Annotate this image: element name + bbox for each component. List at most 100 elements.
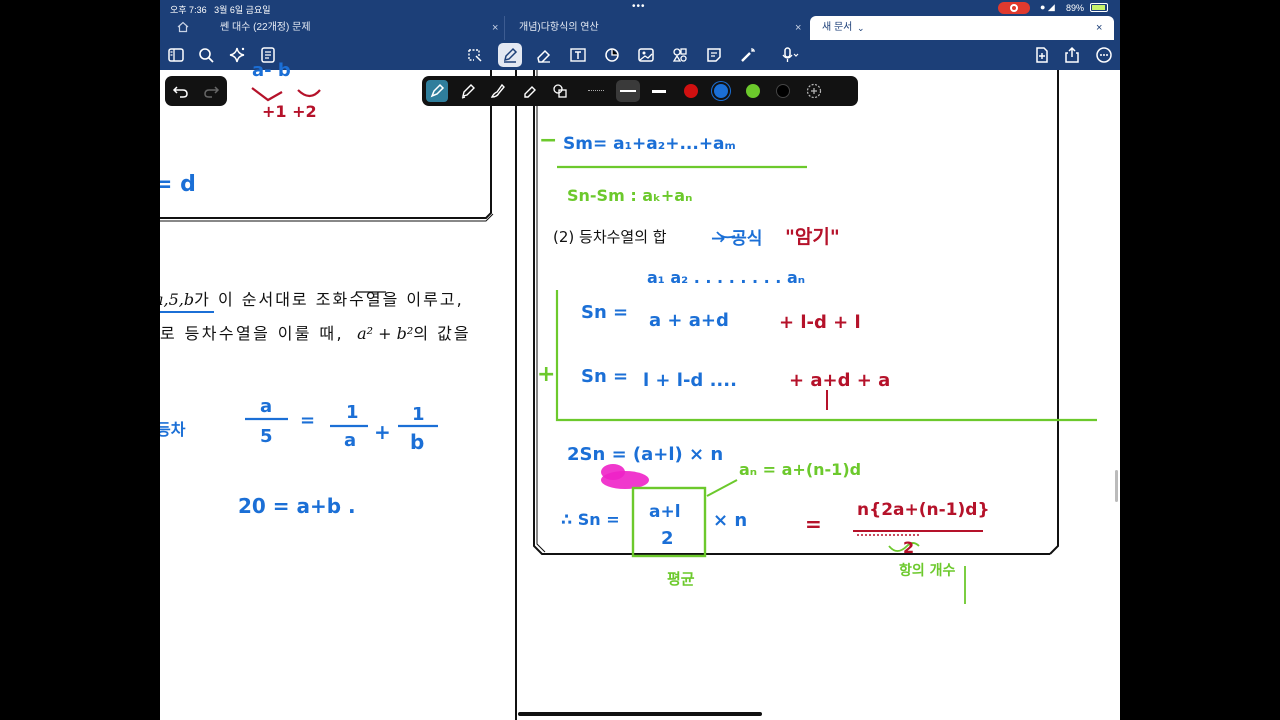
text-box-icon[interactable] xyxy=(568,45,588,65)
ink-times-n: × n xyxy=(713,510,748,531)
screen-recording-icon[interactable] xyxy=(998,2,1030,14)
problem-line-2: 로 등차수열을 이룰 때, a² + b²의 값을 xyxy=(160,320,471,344)
ink-terms-row: a₁ a₂ . . . . . . . . aₙ xyxy=(647,268,806,287)
sparkle-icon[interactable] xyxy=(227,45,247,65)
ball-pen-icon[interactable] xyxy=(458,81,478,101)
right-page-frame xyxy=(533,70,1097,604)
ink-top-equation: a- b xyxy=(252,60,291,81)
laser-pointer-icon[interactable] xyxy=(738,45,758,65)
undo-icon[interactable] xyxy=(171,81,191,101)
ink-sn-row2-rhs: l + l-d .... xyxy=(643,370,737,391)
thin-line-option[interactable] xyxy=(588,90,604,91)
section-heading: (2) 등차수열의 합 xyxy=(553,228,667,246)
elements-icon[interactable] xyxy=(670,45,690,65)
close-icon[interactable]: × xyxy=(795,16,801,40)
ink-minus-sign: − xyxy=(539,128,558,153)
ink-final-denominator: 2 xyxy=(903,538,915,557)
ink-2sn-equation: 2Sn = (a+l) × n xyxy=(567,444,724,465)
color-black-swatch[interactable] xyxy=(776,84,790,98)
ink-frac-left-den: 5 xyxy=(260,426,273,447)
color-blue-swatch[interactable] xyxy=(714,84,728,98)
color-red-swatch[interactable] xyxy=(684,84,698,98)
problem-text: 의 값을 xyxy=(413,324,471,343)
ink-sm-equation: Sm= a₁+a₂+...+aₘ xyxy=(563,134,736,154)
ink-bottom-equation: 20 = a+b . xyxy=(238,494,356,518)
ink-frac-left-num: a xyxy=(260,396,273,417)
ink-plus-mark: + xyxy=(537,362,556,387)
chevron-down-icon[interactable]: ⌄ xyxy=(857,16,865,40)
shape-recognition-icon[interactable] xyxy=(550,81,570,101)
ink-equals-d: = d xyxy=(160,172,196,197)
home-icon[interactable] xyxy=(177,21,189,33)
pen-options-panel xyxy=(422,76,858,106)
pen-tool-icon[interactable] xyxy=(498,43,522,67)
image-icon[interactable] xyxy=(636,45,656,65)
microphone-icon[interactable] xyxy=(780,45,800,65)
sticky-note-icon[interactable] xyxy=(704,45,724,65)
ink-therefore-sn: ∴ Sn = xyxy=(561,510,620,529)
eraser-icon[interactable] xyxy=(534,45,554,65)
status-time: 오후 7:36 3월 6일 금요일 xyxy=(170,5,271,15)
highlighter-icon[interactable] xyxy=(520,81,540,101)
right-page[interactable]: − Sm= a₁+a₂+...+aₘ Sn-Sm : aₖ+aₙ (2) 등차수… xyxy=(517,70,1120,720)
home-indicator[interactable] xyxy=(518,712,762,716)
ink-frac-mid-num: 1 xyxy=(346,402,359,423)
ink-plus: + xyxy=(374,420,391,444)
brush-pen-icon[interactable] xyxy=(488,81,508,101)
ink-final-numerator: n{2a+(n-1)d} xyxy=(857,500,990,520)
problem-text: 로 등차수열을 이룰 때, xyxy=(160,324,345,343)
sidebar-icon[interactable] xyxy=(166,45,186,65)
fountain-pen-icon[interactable] xyxy=(426,80,448,102)
tab-polynomial[interactable]: 개념)다항식의 연산 × xyxy=(504,16,808,40)
shapes-icon[interactable] xyxy=(602,45,622,65)
share-icon[interactable] xyxy=(1062,45,1082,65)
ink-label-average: 평균 xyxy=(667,570,695,588)
math-sequence: a,5,b xyxy=(160,290,195,309)
scroll-indicator[interactable] xyxy=(1115,470,1118,502)
main-toolbar xyxy=(160,40,1120,70)
ink-equals: = xyxy=(805,512,822,536)
ink-sn-row2-tail: + a+d + a xyxy=(789,370,891,391)
tab-new-document[interactable]: 새 문서 ⌄ × xyxy=(810,16,1114,40)
battery-icon xyxy=(1090,3,1108,12)
ink-sn-row1-rhs: a + a+d xyxy=(649,310,729,331)
ink-sn-row1-lhs: Sn = xyxy=(581,302,629,323)
ink-label-arithmetic: 등차 xyxy=(160,420,186,439)
add-color-icon[interactable] xyxy=(804,81,824,101)
thick-line-option[interactable] xyxy=(652,90,666,93)
tab-label: 개념)다항식의 연산 xyxy=(519,22,599,33)
ink-box-denominator: 2 xyxy=(661,528,674,549)
search-icon[interactable] xyxy=(196,45,216,65)
tab-ssen-algebra[interactable]: 쎈 대수 (22개정) 문제 × xyxy=(204,16,504,40)
color-green-swatch[interactable] xyxy=(746,84,760,98)
ipad-screen: 오후 7:36 3월 6일 금요일 ••• ● ◢ 89% 쎈 대수 (22개정… xyxy=(160,0,1120,720)
battery-percent: 89% xyxy=(1066,3,1085,13)
lasso-icon[interactable] xyxy=(464,45,484,65)
problem-line-1: a,5,b가 이 순서대로 조화수열을 이루고, xyxy=(160,286,464,310)
left-page[interactable]: a- b +1 +2 = d a,5,b가 이 순서대로 조화수열을 이루고, … xyxy=(160,60,515,720)
add-page-icon[interactable] xyxy=(1032,45,1052,65)
wifi-icon: ● ◢ xyxy=(1040,2,1055,12)
ink-frac-right-den: b xyxy=(410,430,425,454)
ink-label-term-count: 항의 개수 xyxy=(899,563,956,579)
ink-sn-row2-lhs: Sn = xyxy=(581,366,629,387)
close-icon[interactable]: × xyxy=(1096,16,1102,40)
tab-label: 쎈 대수 (22개정) 문제 xyxy=(220,22,311,33)
ink-sn-row1-tail: + l-d + l xyxy=(779,312,861,333)
close-icon[interactable]: × xyxy=(492,16,498,40)
tab-bar: 쎈 대수 (22개정) 문제 × 개념)다항식의 연산 × 새 문서 ⌄ × xyxy=(160,16,1120,40)
ink-top-notes: +1 +2 xyxy=(262,102,317,121)
redo-icon[interactable] xyxy=(201,81,221,101)
medium-line-option[interactable] xyxy=(616,80,640,102)
left-page-frame xyxy=(160,70,494,428)
ink-memorize-note: "암기" xyxy=(785,226,840,248)
multitasking-dots-icon[interactable]: ••• xyxy=(632,1,646,12)
more-options-icon[interactable] xyxy=(1094,45,1114,65)
status-bar: 오후 7:36 3월 6일 금요일 ••• ● ◢ 89% xyxy=(160,0,1120,16)
ink-difference: Sn-Sm : aₖ+aₙ xyxy=(567,186,693,205)
ink-box-numerator: a+l xyxy=(649,502,681,522)
ink-formula-note: → 공식 xyxy=(711,229,763,249)
ink-frac-right-num: 1 xyxy=(412,404,425,425)
math-expression: a² + b² xyxy=(357,324,414,343)
problem-text: 가 이 순서대로 조화수열을 이루고, xyxy=(194,290,464,309)
